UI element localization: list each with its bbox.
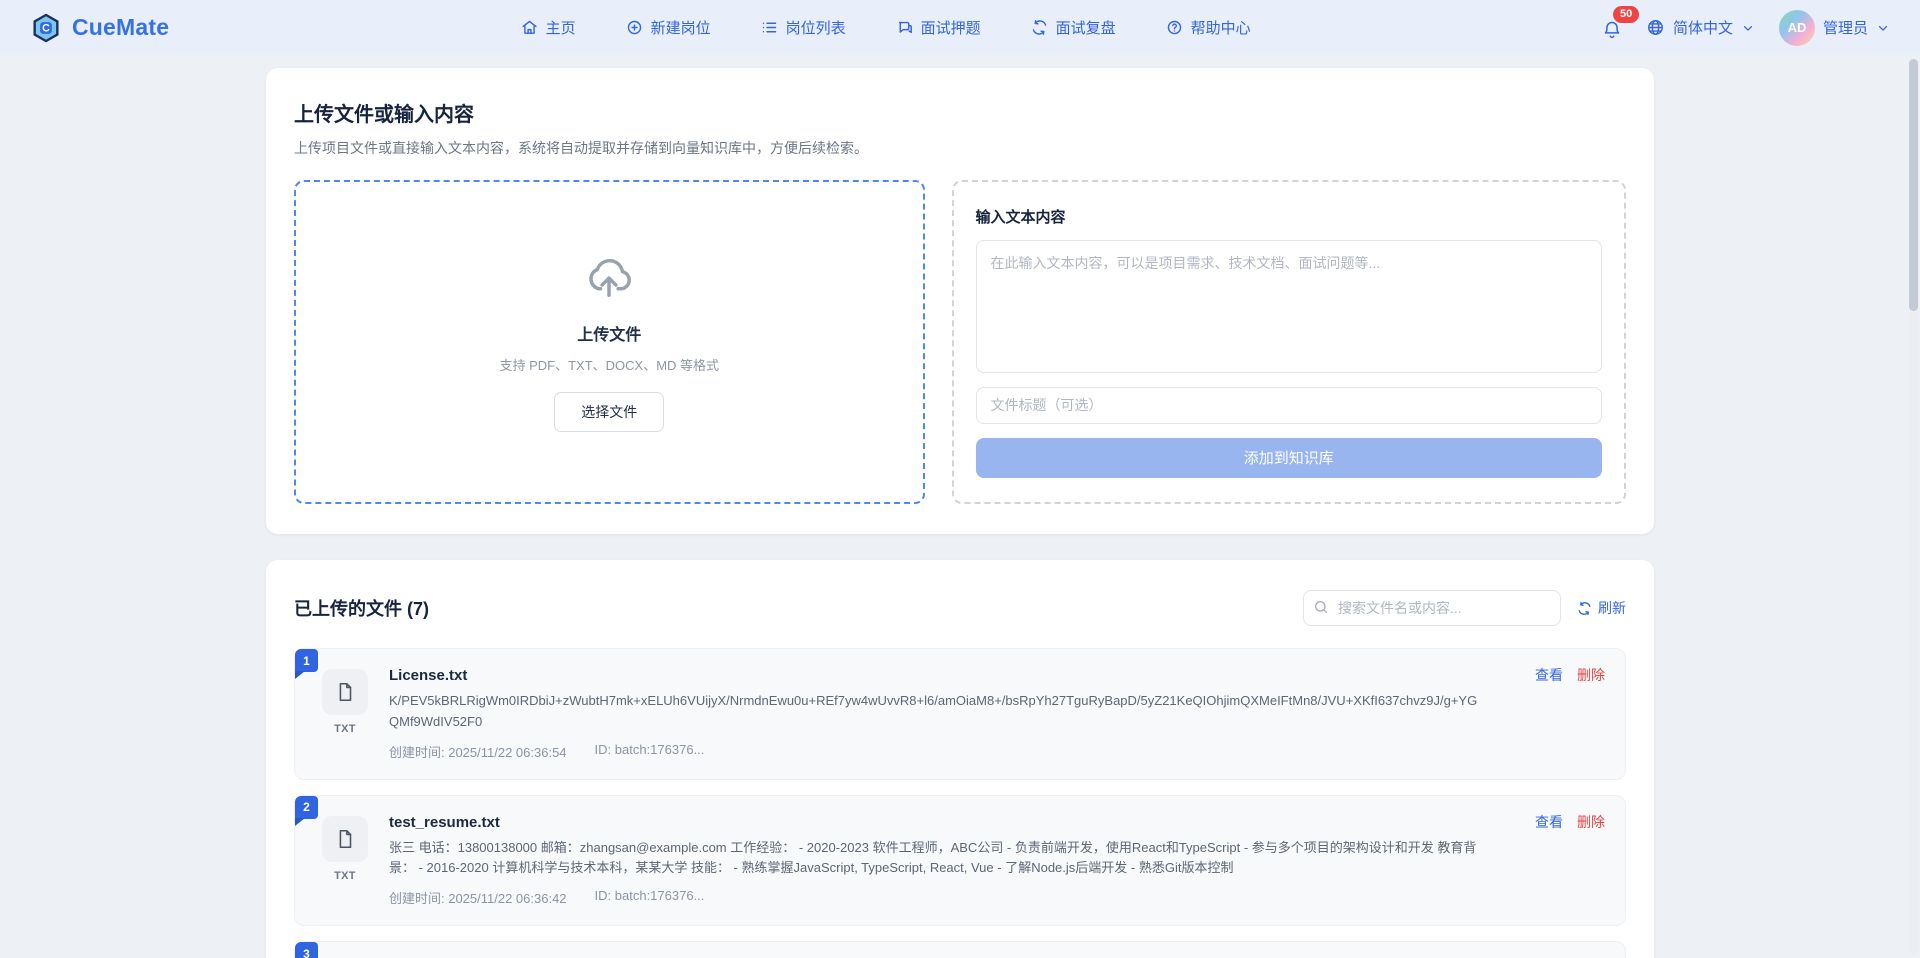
language-selector[interactable]: 简体中文: [1646, 17, 1755, 38]
dropzone-title: 上传文件: [577, 321, 641, 345]
content-textarea[interactable]: [976, 240, 1603, 373]
upload-row: 上传文件 支持 PDF、TXT、DOCX、MD 等格式 选择文件 输入文本内容 …: [294, 180, 1626, 504]
file-index-badge: 1: [295, 649, 318, 672]
file-list: 1 TXT License.txt K/PEV5kBRLRigWm0IRDbiJ…: [294, 648, 1626, 958]
refresh-icon: [1577, 601, 1592, 616]
scrollbar-track[interactable]: [1909, 57, 1918, 955]
nav-item-interview-questions[interactable]: 面试押题: [896, 17, 981, 38]
cycle-icon: [1031, 19, 1048, 36]
upload-section-title: 上传文件或输入内容: [294, 98, 1626, 127]
help-circle-icon: [1166, 19, 1183, 36]
upload-card: 上传文件或输入内容 上传项目文件或直接输入文本内容，系统将自动提取并存储到向量知…: [266, 68, 1654, 534]
file-type-label: TXT: [334, 870, 356, 882]
dropzone-formats: 支持 PDF、TXT、DOCX、MD 等格式: [499, 355, 719, 374]
main-content: 上传文件或输入内容 上传项目文件或直接输入文本内容，系统将自动提取并存储到向量知…: [266, 68, 1654, 958]
notification-badge: 50: [1613, 6, 1639, 23]
delete-file-link[interactable]: 删除: [1577, 665, 1605, 685]
file-name: License.txt: [389, 667, 1485, 684]
file-icon-column: TXT: [321, 816, 369, 908]
nav-label-position-list: 岗位列表: [786, 17, 846, 38]
nav-label-new-position: 新建岗位: [651, 17, 711, 38]
file-meta: 创建时间: 2025/11/22 06:36:54 ID: batch:1763…: [389, 742, 1485, 761]
file-batch-id: ID: batch:176376...: [595, 888, 705, 907]
files-title: 已上传的文件 (7): [294, 595, 429, 621]
file-index-badge: 2: [295, 796, 318, 819]
notifications-button[interactable]: 50: [1602, 16, 1622, 40]
file-name: test_resume.txt: [389, 814, 1485, 831]
avatar: AD: [1779, 10, 1815, 46]
main-nav: 主页 新建岗位 岗位列表 面试押题 面试复盘: [521, 17, 1251, 38]
file-created-time: 创建时间: 2025/11/22 06:36:42: [389, 888, 567, 907]
files-header: 已上传的文件 (7) 刷新: [294, 590, 1626, 626]
file-item: 2 TXT test_resume.txt 张三 电话：13800138000 …: [294, 795, 1626, 927]
file-body: test_resume.txt 张三 电话：13800138000 邮箱：zha…: [389, 814, 1605, 908]
file-title-input[interactable]: [976, 387, 1603, 424]
files-card: 已上传的文件 (7) 刷新 1: [266, 560, 1654, 958]
choose-file-button[interactable]: 选择文件: [554, 392, 664, 432]
file-index-badge: 3: [295, 942, 318, 958]
nav-item-home[interactable]: 主页: [521, 17, 576, 38]
refresh-button[interactable]: 刷新: [1577, 598, 1626, 618]
file-batch-id: ID: batch:176376...: [595, 742, 705, 761]
search-icon: [1313, 599, 1329, 615]
file-type-label: TXT: [334, 723, 356, 735]
file-preview: K/PEV5kBRLRigWm0IRDbiJ+zWubtH7mk+xELUh6V…: [389, 691, 1485, 733]
scrollbar-thumb[interactable]: [1909, 59, 1918, 311]
chevron-down-icon: [1876, 21, 1890, 35]
view-file-link[interactable]: 查看: [1535, 665, 1563, 685]
text-file-icon: [322, 669, 368, 715]
text-file-icon: [322, 816, 368, 862]
nav-label-help-center: 帮助中心: [1191, 17, 1251, 38]
file-actions: 查看 删除: [1535, 812, 1605, 832]
chat-icon: [896, 19, 913, 36]
home-icon: [521, 19, 538, 36]
file-dropzone[interactable]: 上传文件 支持 PDF、TXT、DOCX、MD 等格式 选择文件: [294, 180, 925, 504]
search-box: [1303, 590, 1561, 626]
add-to-knowledge-base-button[interactable]: 添加到知识库: [976, 438, 1603, 478]
cuemate-logo-icon: C: [30, 12, 62, 44]
list-icon: [761, 19, 778, 36]
view-file-link[interactable]: 查看: [1535, 812, 1563, 832]
top-navbar: C CueMate 主页 新建岗位 岗位列表 面试押: [0, 0, 1920, 55]
text-input-zone: 输入文本内容 添加到知识库: [952, 180, 1627, 504]
file-search-input[interactable]: [1303, 590, 1561, 626]
file-preview: 张三 电话：13800138000 邮箱：zhangsan@example.co…: [389, 838, 1485, 880]
file-body: License.txt K/PEV5kBRLRigWm0IRDbiJ+zWubt…: [389, 667, 1605, 761]
text-input-title: 输入文本内容: [976, 206, 1603, 227]
refresh-label: 刷新: [1598, 598, 1626, 618]
upload-section-subtitle: 上传项目文件或直接输入文本内容，系统将自动提取并存储到向量知识库中，方便后续检索…: [294, 138, 1626, 158]
chevron-down-icon: [1741, 21, 1755, 35]
globe-icon: [1646, 18, 1665, 37]
files-tools: 刷新: [1303, 590, 1626, 626]
brand-logo[interactable]: C CueMate: [30, 12, 169, 44]
nav-item-position-list[interactable]: 岗位列表: [761, 17, 846, 38]
file-created-time: 创建时间: 2025/11/22 06:36:54: [389, 742, 567, 761]
nav-label-home: 主页: [546, 17, 576, 38]
nav-label-interview-review: 面试复盘: [1056, 17, 1116, 38]
nav-label-interview-questions: 面试押题: [921, 17, 981, 38]
user-menu[interactable]: AD 管理员: [1779, 10, 1890, 46]
language-label: 简体中文: [1673, 17, 1733, 38]
plus-circle-icon: [626, 19, 643, 36]
nav-item-interview-review[interactable]: 面试复盘: [1031, 17, 1116, 38]
file-meta: 创建时间: 2025/11/22 06:36:42 ID: batch:1763…: [389, 888, 1485, 907]
file-item: 3 MD README.md # CueMate - 智能语音面试助手 <div…: [294, 941, 1626, 958]
file-item: 1 TXT License.txt K/PEV5kBRLRigWm0IRDbiJ…: [294, 648, 1626, 780]
file-icon-column: TXT: [321, 669, 369, 761]
navbar-right: 50 简体中文 AD 管理员: [1602, 10, 1890, 46]
delete-file-link[interactable]: 删除: [1577, 812, 1605, 832]
file-actions: 查看 删除: [1535, 665, 1605, 685]
user-name: 管理员: [1823, 17, 1868, 38]
brand-name: CueMate: [72, 14, 169, 41]
svg-text:C: C: [42, 22, 50, 34]
nav-item-new-position[interactable]: 新建岗位: [626, 17, 711, 38]
cloud-upload-icon: [583, 253, 635, 305]
nav-item-help-center[interactable]: 帮助中心: [1166, 17, 1251, 38]
